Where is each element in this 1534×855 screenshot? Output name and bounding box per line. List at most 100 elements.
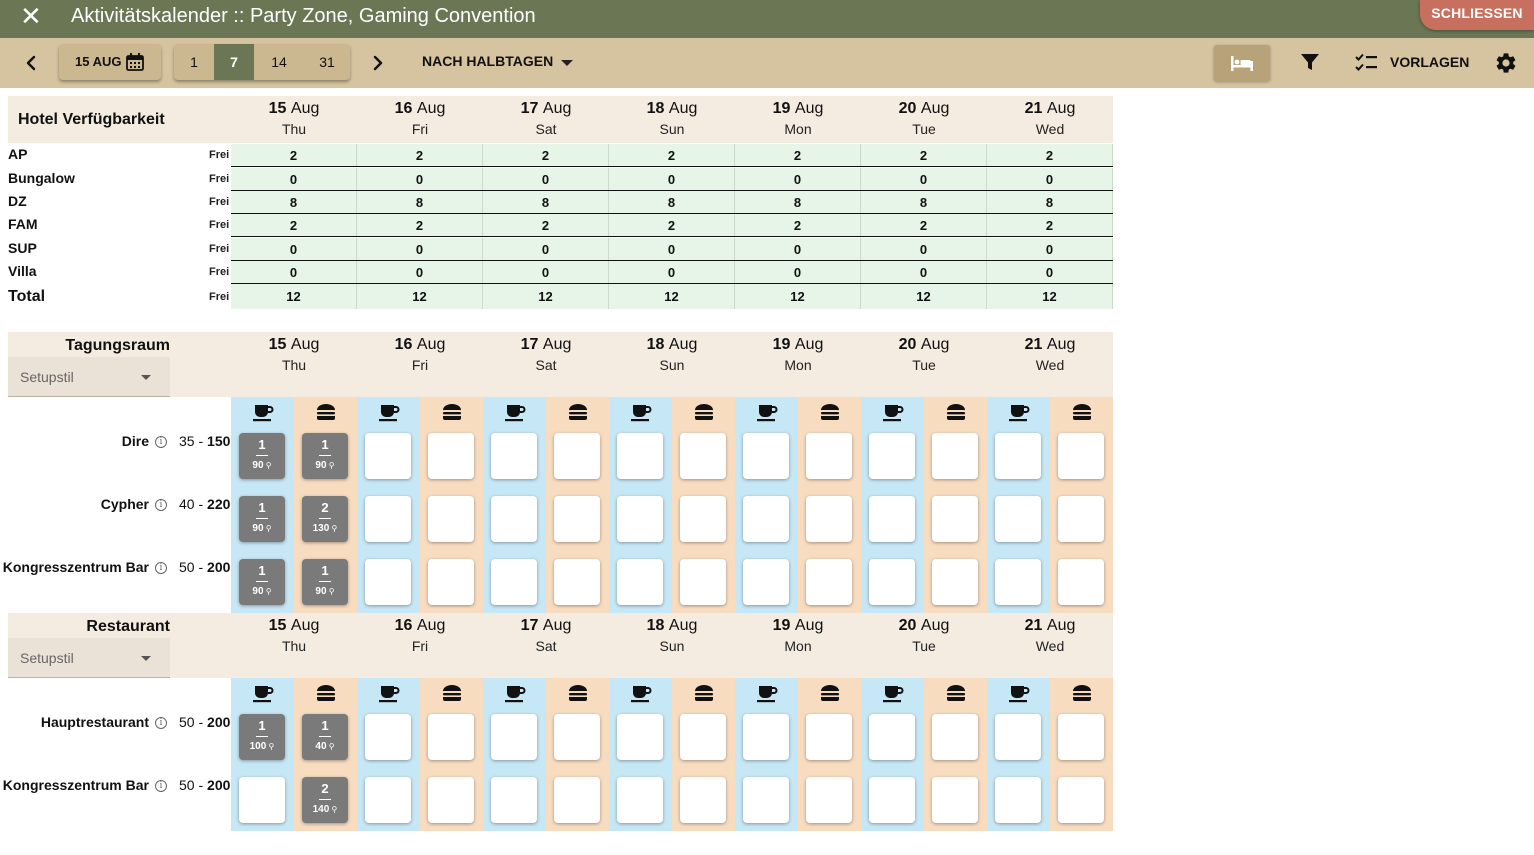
availability-cell[interactable]: 12 (609, 284, 735, 309)
coffee-cup-icon[interactable] (252, 683, 274, 703)
empty-slot-cell[interactable] (365, 496, 411, 542)
availability-cell[interactable]: 0 (357, 238, 483, 260)
empty-slot-cell[interactable] (1058, 777, 1104, 823)
empty-slot-cell[interactable] (869, 777, 915, 823)
availability-cell[interactable]: 0 (231, 238, 357, 260)
coffee-cup-icon[interactable] (1008, 402, 1030, 422)
booking-cell[interactable]: 2 140 ⚲ (302, 777, 348, 823)
availability-cell[interactable]: 2 (483, 144, 609, 166)
burger-icon[interactable] (693, 683, 715, 703)
availability-cell[interactable]: 12 (735, 284, 861, 309)
availability-cell[interactable]: 0 (483, 238, 609, 260)
availability-cell[interactable]: 8 (357, 191, 483, 213)
burger-icon[interactable] (441, 402, 463, 422)
hotel-availability-toggle[interactable] (1214, 45, 1270, 81)
empty-slot-cell[interactable] (743, 433, 789, 479)
empty-slot-cell[interactable] (1058, 433, 1104, 479)
view-mode-select[interactable]: NACH HALBTAGEN (422, 53, 553, 69)
chevron-left-icon[interactable] (19, 51, 43, 75)
coffee-cup-icon[interactable] (252, 402, 274, 422)
coffee-cup-icon[interactable] (882, 402, 904, 422)
info-icon[interactable]: i (155, 436, 167, 448)
burger-icon[interactable] (945, 683, 967, 703)
availability-cell[interactable]: 8 (861, 191, 987, 213)
availability-cell[interactable]: 2 (231, 214, 357, 236)
coffee-cup-icon[interactable] (756, 683, 778, 703)
empty-slot-cell[interactable] (680, 496, 726, 542)
empty-slot-cell[interactable] (554, 714, 600, 760)
burger-icon[interactable] (1071, 402, 1093, 422)
availability-cell[interactable]: 2 (861, 214, 987, 236)
empty-slot-cell[interactable] (932, 496, 978, 542)
info-icon[interactable]: i (155, 499, 167, 511)
info-icon[interactable]: i (155, 717, 167, 729)
availability-cell[interactable]: 0 (987, 261, 1113, 283)
empty-slot-cell[interactable] (365, 559, 411, 605)
coffee-cup-icon[interactable] (504, 683, 526, 703)
burger-icon[interactable] (441, 683, 463, 703)
availability-cell[interactable]: 0 (861, 261, 987, 283)
coffee-cup-icon[interactable] (378, 402, 400, 422)
empty-slot-cell[interactable] (680, 433, 726, 479)
chevron-right-icon[interactable] (366, 51, 390, 75)
burger-icon[interactable] (819, 683, 841, 703)
empty-slot-cell[interactable] (806, 433, 852, 479)
empty-slot-cell[interactable] (554, 559, 600, 605)
availability-cell[interactable]: 2 (609, 144, 735, 166)
empty-slot-cell[interactable] (869, 714, 915, 760)
empty-slot-cell[interactable] (743, 714, 789, 760)
empty-slot-cell[interactable] (491, 433, 537, 479)
setup-style-select[interactable]: Setupstil (8, 638, 170, 678)
availability-cell[interactable]: 8 (483, 191, 609, 213)
empty-slot-cell[interactable] (743, 559, 789, 605)
availability-cell[interactable]: 2 (357, 214, 483, 236)
availability-cell[interactable]: 0 (735, 168, 861, 190)
empty-slot-cell[interactable] (491, 496, 537, 542)
setup-style-select[interactable]: Setupstil (8, 357, 170, 397)
availability-cell[interactable]: 0 (735, 261, 861, 283)
empty-slot-cell[interactable] (995, 496, 1041, 542)
empty-slot-cell[interactable] (680, 777, 726, 823)
close-icon[interactable]: ✕ (20, 3, 42, 31)
booking-cell[interactable]: 1 90 ⚲ (302, 433, 348, 479)
empty-slot-cell[interactable] (995, 433, 1041, 479)
availability-cell[interactable]: 0 (861, 168, 987, 190)
availability-cell[interactable]: 0 (735, 238, 861, 260)
booking-cell[interactable]: 2 130 ⚲ (302, 496, 348, 542)
availability-cell[interactable]: 0 (861, 238, 987, 260)
availability-cell[interactable]: 2 (357, 144, 483, 166)
availability-cell[interactable]: 2 (483, 214, 609, 236)
booking-cell[interactable]: 1 90 ⚲ (302, 559, 348, 605)
availability-cell[interactable]: 2 (987, 144, 1113, 166)
empty-slot-cell[interactable] (932, 433, 978, 479)
empty-slot-cell[interactable] (428, 777, 474, 823)
date-picker-button[interactable]: 15 AUG (59, 44, 161, 80)
coffee-cup-icon[interactable] (882, 683, 904, 703)
availability-cell[interactable]: 2 (735, 144, 861, 166)
empty-slot-cell[interactable] (491, 559, 537, 605)
empty-slot-cell[interactable] (617, 433, 663, 479)
empty-slot-cell[interactable] (932, 714, 978, 760)
availability-cell[interactable]: 8 (231, 191, 357, 213)
booking-cell[interactable]: 1 40 ⚲ (302, 714, 348, 760)
range-option-1[interactable]: 1 (174, 44, 214, 80)
empty-slot-cell[interactable] (869, 433, 915, 479)
close-button[interactable]: SCHLIESSEN (1420, 0, 1534, 30)
empty-slot-cell[interactable] (554, 433, 600, 479)
empty-slot-cell[interactable] (491, 777, 537, 823)
availability-cell[interactable]: 2 (231, 144, 357, 166)
range-option-7[interactable]: 7 (214, 44, 254, 80)
empty-slot-cell[interactable] (491, 714, 537, 760)
info-icon[interactable]: i (155, 562, 167, 574)
availability-cell[interactable]: 0 (231, 168, 357, 190)
booking-cell[interactable]: 1 100 ⚲ (239, 714, 285, 760)
empty-slot-cell[interactable] (995, 714, 1041, 760)
availability-cell[interactable]: 2 (609, 214, 735, 236)
empty-slot-cell[interactable] (617, 496, 663, 542)
empty-slot-cell[interactable] (995, 777, 1041, 823)
availability-cell[interactable]: 0 (987, 238, 1113, 260)
availability-cell[interactable]: 12 (987, 284, 1113, 309)
empty-slot-cell[interactable] (1058, 496, 1104, 542)
availability-cell[interactable]: 0 (987, 168, 1113, 190)
coffee-cup-icon[interactable] (630, 402, 652, 422)
